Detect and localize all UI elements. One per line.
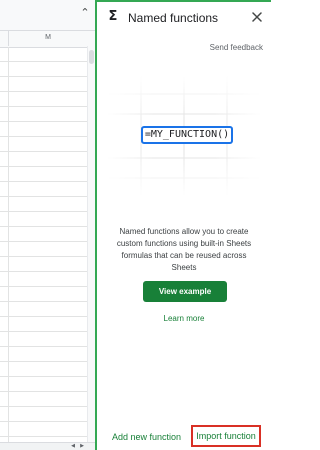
scroll-left-icon[interactable]: ◀ bbox=[69, 443, 77, 450]
import-function-button[interactable]: Import function bbox=[191, 425, 261, 447]
column-header-m[interactable]: M bbox=[9, 31, 87, 45]
panel-description: Named functions allow you to create cust… bbox=[116, 227, 252, 272]
view-example-button[interactable]: View example bbox=[143, 281, 227, 302]
sigma-icon: Σ bbox=[108, 9, 118, 24]
scroll-right-icon[interactable]: ▶ bbox=[78, 443, 86, 450]
formula-example: =MY_FUNCTION() bbox=[141, 126, 233, 144]
panel-header: Σ Named functions bbox=[97, 2, 271, 32]
app-root: ⌃ M ◀ ▶ Σ Named functions Send feedback bbox=[0, 0, 271, 450]
cell-grid[interactable] bbox=[0, 47, 88, 442]
named-functions-panel: Σ Named functions Send feedback =MY_FUNC… bbox=[95, 0, 271, 450]
chevron-up-icon[interactable]: ⌃ bbox=[78, 6, 92, 20]
grid-column-line bbox=[8, 47, 9, 442]
vertical-scrollbar-thumb[interactable] bbox=[89, 50, 94, 64]
close-icon[interactable] bbox=[250, 10, 264, 24]
panel-title: Named functions bbox=[128, 11, 219, 25]
add-new-function-button[interactable]: Add new function bbox=[112, 432, 181, 442]
send-feedback-link[interactable]: Send feedback bbox=[210, 43, 263, 52]
learn-more-link[interactable]: Learn more bbox=[97, 314, 271, 323]
